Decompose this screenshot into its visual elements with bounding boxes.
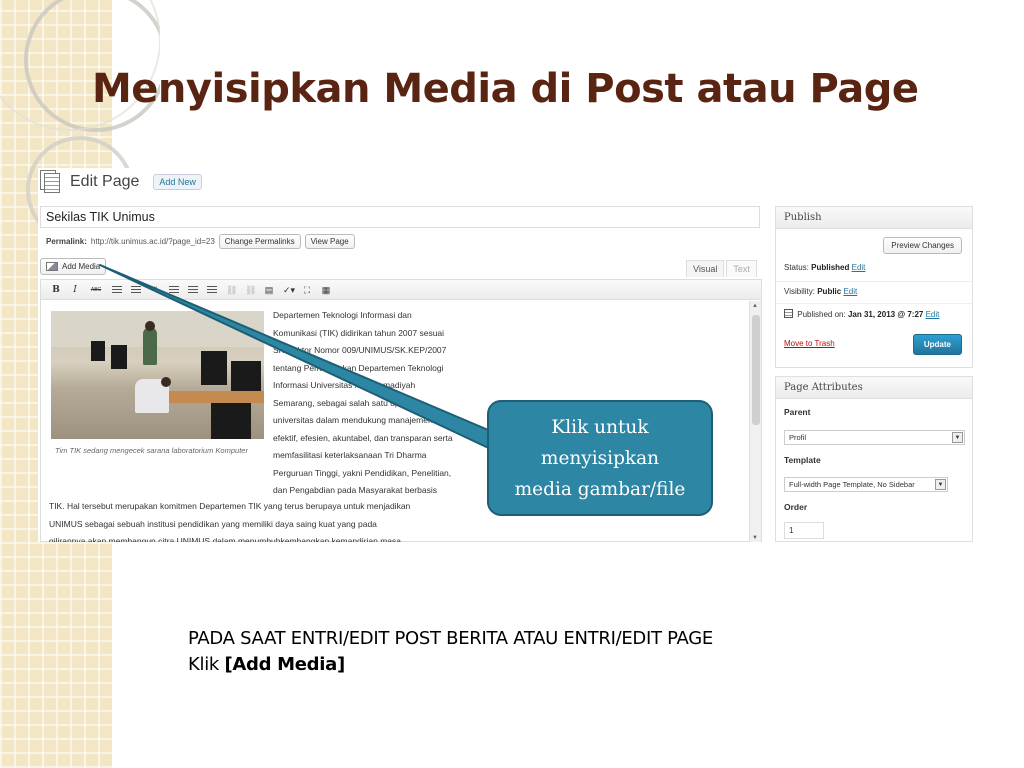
body-line: Informasi Universitas Muhammadiyah [273,380,416,390]
permalink-bar: Permalink: http://tik.unimus.ac.id/?page… [46,234,355,249]
preview-changes-button[interactable]: Preview Changes [883,237,962,254]
post-title-input[interactable]: Sekilas TIK Unimus [40,206,760,228]
body-line: memfasilitasi keterlaksanaan Tri Dharma [273,450,427,460]
chevron-down-icon: ▼ [935,479,946,490]
view-page-button[interactable]: View Page [304,234,355,249]
body-line: Semarang, sebagai salah satu upaya [273,397,414,408]
permalink-url[interactable]: http://tik.unimus.ac.id/?page_id=23 [91,237,215,246]
editor-scrollbar[interactable]: ▲ ▼ [749,301,761,542]
body-line: gilirannya akan membangun citra UNIMUS d… [49,536,401,542]
media-icon [46,262,58,271]
body-line: SK Rektor Nomor 009/UNIMUS/SK.KEP/2007 [273,345,447,355]
body-line: tentang Pembentukan Departemen Teknologi [273,362,444,373]
body-text-column: Departemen Teknologi Informasi dan Komun… [273,307,503,500]
page-attributes-header: Page Attributes [776,377,972,399]
template-label: Template [784,455,821,465]
order-input[interactable]: 1 [784,522,824,539]
update-button[interactable]: Update [912,334,962,355]
add-new-button[interactable]: Add New [153,174,202,190]
parent-label: Parent [784,407,811,417]
strikethrough-icon[interactable]: ABC [89,285,103,295]
edit-date-link[interactable]: Edit [926,310,940,319]
bold-icon[interactable]: B [51,285,61,295]
parent-select[interactable]: Profil ▼ [784,430,965,445]
kitchen-sink-icon[interactable]: ▦ [321,285,331,295]
link-icon[interactable]: ⛓ [226,285,237,295]
move-to-trash-link[interactable]: Move to Trash [784,339,835,348]
fullscreen-icon[interactable]: ⛶ [302,285,312,295]
editor-toolbar: B I ABC ❝ ⛓ ⛓ ▤ ✓▾ ⛶ ▦ [41,280,761,300]
more-tag-icon[interactable]: ▤ [264,285,274,295]
visibility-row: Visibility: Public Edit [784,287,858,296]
callout-box: Klik untuk menyisipkan media gambar/file [487,400,713,516]
image-caption: Tim TIK sedang mengecek sarana laborator… [55,446,248,455]
tab-text[interactable]: Text [726,260,757,277]
align-left-icon[interactable] [169,285,179,294]
change-permalinks-button[interactable]: Change Permalinks [218,234,301,249]
unlink-icon[interactable]: ⛓ [245,285,256,295]
edit-status-link[interactable]: Edit [852,263,866,272]
slide-title: Menyisipkan Media di Post atau Page [92,66,919,112]
scroll-thumb[interactable] [752,315,760,425]
editor-tabs: Visual Text [686,260,757,277]
instruction-line: Klik [Add Media] [188,654,345,675]
callout-line: Klik untuk [551,417,649,438]
body-line: UNIMUS sebagai sebuah institusi pendidik… [49,518,377,529]
body-line: Komunikasi (TIK) didirikan tahun 2007 se… [273,327,445,338]
blockquote-icon[interactable]: ❝ [150,285,160,295]
page-attributes-box: Page Attributes Parent Profil ▼ Template … [775,376,973,542]
inserted-image[interactable] [51,311,264,439]
add-media-label: Add Media [62,262,101,271]
body-line: Perguruan Tinggi, yakni Pendidikan, Pene… [273,467,452,478]
body-line: universitas dalam mendukung manajemen [273,415,433,425]
instruction-text: PADA SAAT ENTRI/EDIT POST BERITA ATAU EN… [188,626,713,678]
align-center-icon[interactable] [188,285,198,294]
status-row: Status: Published Edit [784,263,866,272]
publish-header: Publish [776,207,972,229]
instruction-line: PADA SAAT ENTRI/EDIT POST BERITA ATAU EN… [188,628,713,649]
permalink-label: Permalink: [46,237,87,246]
scroll-up-icon[interactable]: ▲ [752,303,758,309]
callout-line: media gambar/file [514,479,686,500]
template-select[interactable]: Full-width Page Template, No Sidebar ▼ [784,477,948,492]
bullet-list-icon[interactable] [112,285,122,294]
align-right-icon[interactable] [207,285,217,294]
edit-page-header: Edit Page Add New [40,170,202,194]
spellcheck-icon[interactable]: ✓▾ [283,285,295,295]
numbered-list-icon[interactable] [131,285,141,294]
callout-line: menyisipkan [540,448,660,469]
tab-visual[interactable]: Visual [686,260,725,277]
body-line: Departemen Teknologi Informasi dan [273,310,412,320]
edit-visibility-link[interactable]: Edit [843,287,857,296]
calendar-icon [784,309,793,318]
add-media-emphasis: [Add Media] [224,654,345,675]
scroll-down-icon[interactable]: ▼ [752,535,758,541]
add-media-button[interactable]: Add Media [40,258,107,275]
order-label: Order [784,502,808,512]
body-line: efektif, efesien, akuntabel, dan transpa… [273,432,453,443]
italic-icon[interactable]: I [70,285,80,295]
body-line: dan Pengabdian pada Masyarakat berbasis [273,485,437,495]
publish-box: Publish Preview Changes Status: Publishe… [775,206,973,368]
page-heading: Edit Page [70,173,140,190]
published-on-row: Published on: Jan 31, 2013 @ 7:27 Edit [784,309,939,319]
pages-icon [40,170,62,194]
chevron-down-icon: ▼ [952,432,963,443]
